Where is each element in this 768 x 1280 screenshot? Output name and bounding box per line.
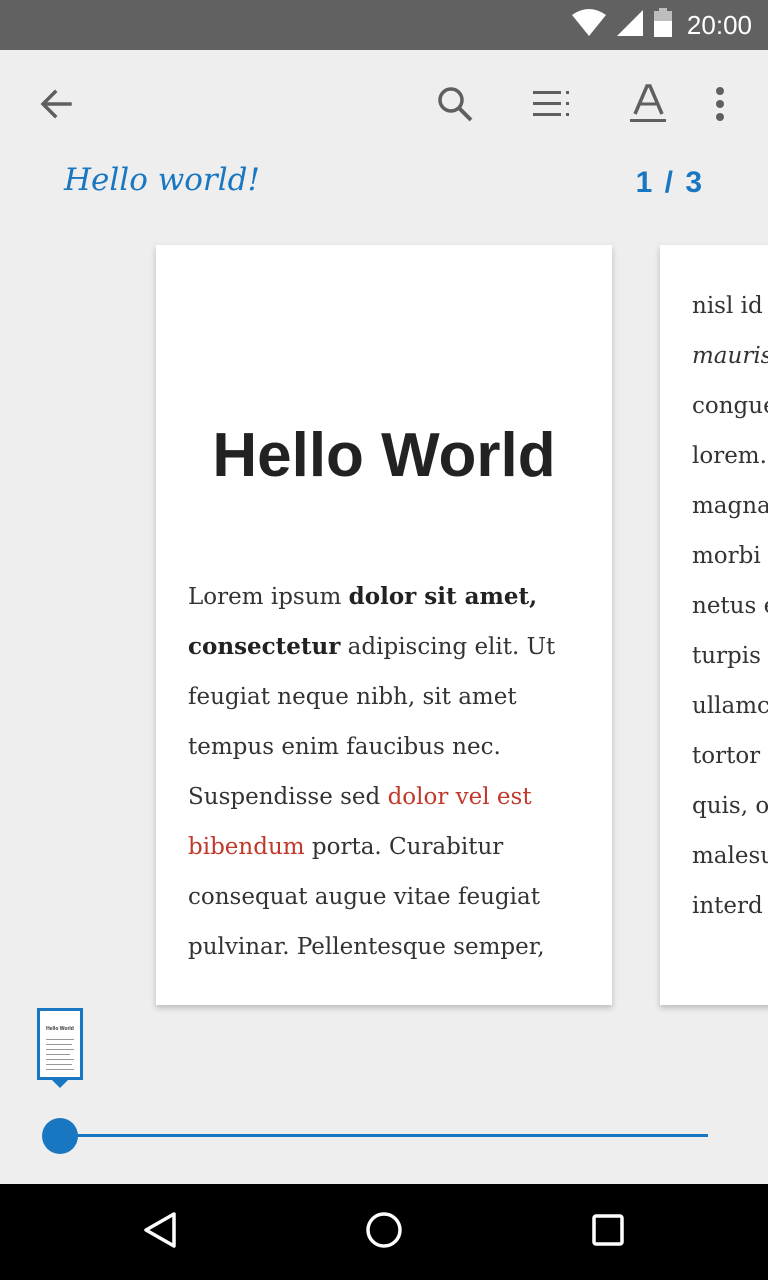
status-time: 20:00	[686, 9, 752, 40]
page-slider-thumb[interactable]	[42, 1118, 78, 1154]
more-vert-icon	[714, 86, 726, 127]
next-page[interactable]: nisl id mauris congue lorem. magna morbi netus…	[660, 245, 768, 1005]
page-slider-track[interactable]	[60, 1134, 708, 1137]
text-format-icon	[628, 83, 668, 129]
thumbnail-line	[46, 1069, 74, 1070]
cell-signal-icon	[615, 9, 645, 42]
status-bar: 20:00	[0, 0, 768, 50]
next-page-text: nisl id mauris congue lorem. magna morbi netus…	[692, 281, 768, 931]
battery-icon	[653, 7, 673, 43]
page-thumbnail[interactable]: Hello World	[37, 1008, 83, 1080]
page-body-text: Lorem ipsum dolor sit amet, consectetur …	[188, 572, 588, 972]
toc-icon	[531, 87, 573, 126]
toolbar	[0, 50, 768, 160]
thumbnail-title: Hello World	[46, 1026, 74, 1032]
next-page-line: magna	[692, 493, 768, 519]
nav-home-button[interactable]	[360, 1208, 408, 1256]
nav-recents-button[interactable]	[584, 1208, 632, 1256]
thumbnail-line	[46, 1044, 72, 1045]
next-page-line: quis, o	[692, 793, 768, 819]
next-page-line: netus e	[692, 593, 768, 619]
next-page-line: ullamc	[692, 693, 768, 719]
next-page-line: interd	[692, 893, 763, 919]
arrow-back-icon	[38, 86, 74, 127]
thumbnail-line	[46, 1039, 74, 1040]
nav-back-button[interactable]	[136, 1208, 184, 1256]
page-heading: Hello World	[212, 421, 556, 490]
table-of-contents-button[interactable]	[524, 78, 580, 134]
next-page-line: malesu	[692, 843, 768, 869]
thumbnail-line	[46, 1064, 72, 1065]
circle-home-icon	[364, 1210, 404, 1255]
next-page-line: mauris	[692, 343, 768, 369]
thumbnail-line	[46, 1049, 74, 1050]
next-page-line: turpis	[692, 643, 761, 669]
back-button[interactable]	[28, 78, 84, 134]
triangle-back-icon	[140, 1210, 180, 1255]
search-button[interactable]	[427, 78, 483, 134]
next-page-line: lorem.	[692, 443, 767, 469]
page-indicator: 1 / 3	[635, 166, 704, 199]
navigation-bar	[0, 1184, 768, 1280]
wifi-icon	[571, 8, 607, 42]
next-page-line: congue	[692, 393, 768, 419]
body-text-segment: Lorem ipsum	[188, 584, 349, 610]
text-settings-button[interactable]	[620, 78, 676, 134]
next-page-line: tortor	[692, 743, 761, 769]
next-page-line: morbi	[692, 543, 761, 569]
thumbnail-line	[46, 1059, 74, 1060]
more-options-button[interactable]	[692, 78, 748, 134]
thumbnail-pointer	[52, 1080, 68, 1088]
current-page[interactable]: Hello World Lorem ipsum dolor sit amet, …	[156, 245, 612, 1005]
square-recents-icon	[588, 1210, 628, 1255]
book-title: Hello world!	[64, 162, 260, 198]
next-page-line: nisl id	[692, 293, 763, 319]
search-icon	[435, 84, 475, 129]
thumbnail-line	[46, 1054, 70, 1055]
